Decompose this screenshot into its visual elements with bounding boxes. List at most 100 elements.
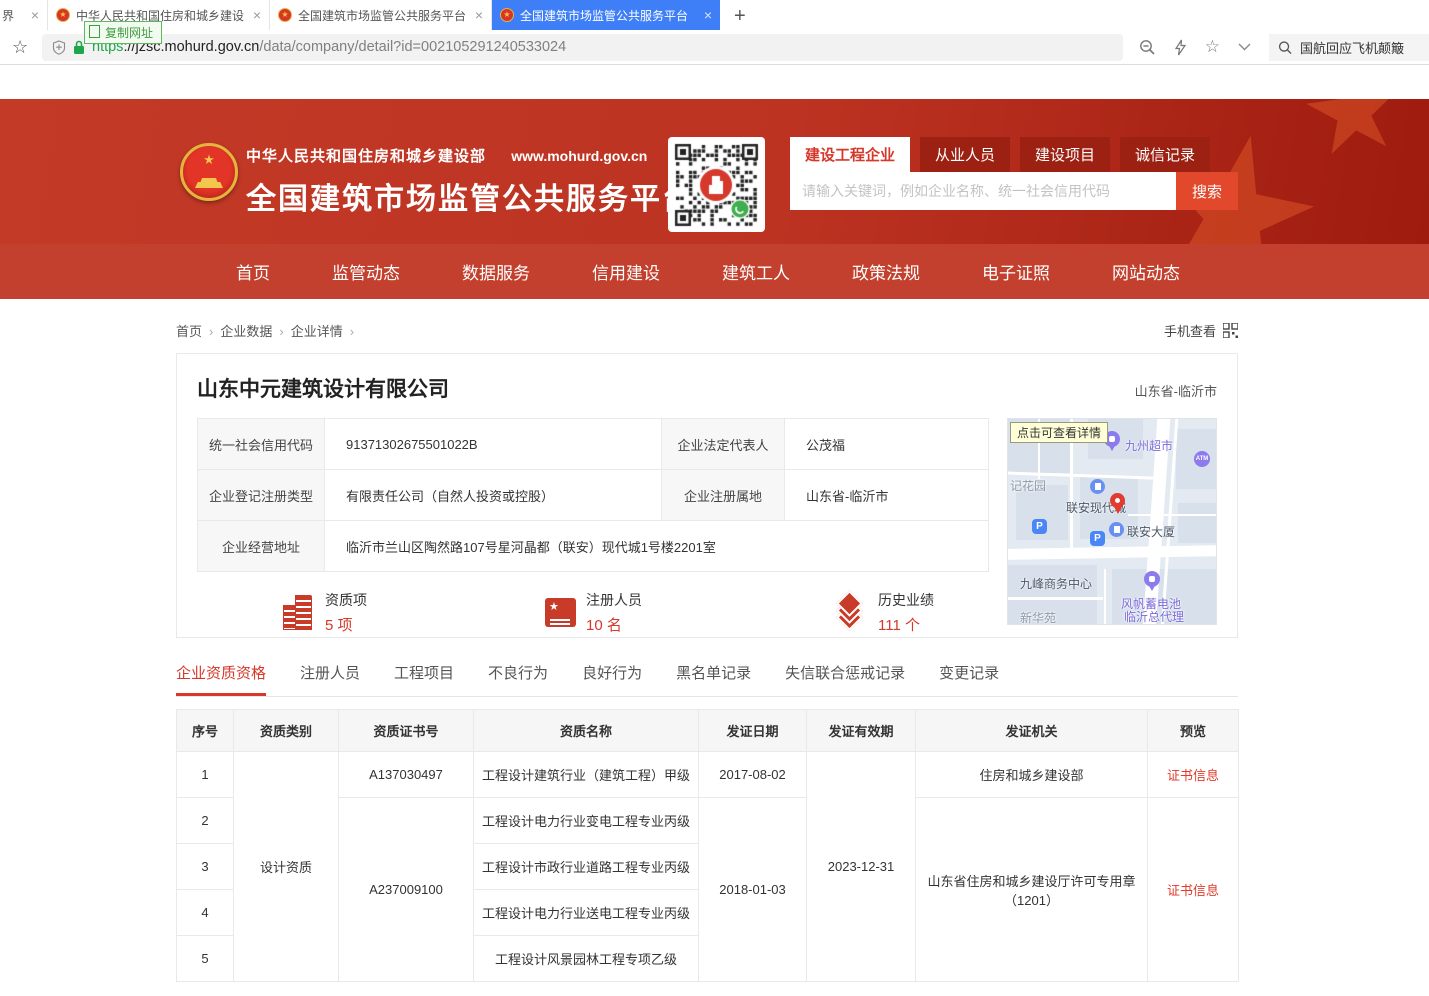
ministry-name: 中华人民共和国住房和城乡建设部 xyxy=(246,148,486,165)
browser-tab[interactable]: ★ 全国建筑市场监管公共服务平台 × xyxy=(492,0,720,30)
table-cell: A237009100 xyxy=(339,798,474,982)
tab-1[interactable]: 企业资质资格 xyxy=(176,662,266,696)
bookmark-star-icon[interactable]: ☆ xyxy=(12,37,42,58)
search-tab-3[interactable]: 建设项目 xyxy=(1020,137,1110,172)
keyword-search-input[interactable] xyxy=(790,172,1176,210)
company-stats: 资质项 5 项 注册人员 10 名 历史业绩 xyxy=(197,590,989,635)
browser-search-input[interactable] xyxy=(1300,40,1420,55)
table-cell: 3 xyxy=(177,844,234,890)
tab-8[interactable]: 变更记录 xyxy=(939,662,999,696)
breadcrumb-link[interactable]: 企业详情 xyxy=(291,324,343,339)
table-cell: 2 xyxy=(177,798,234,844)
favorites-star-icon[interactable]: ☆ xyxy=(1205,37,1220,57)
column-header: 序号 xyxy=(177,710,234,752)
tab-3[interactable]: 工程项目 xyxy=(394,662,454,696)
tab-4[interactable]: 不良行为 xyxy=(488,662,548,696)
table-cell: A137030497 xyxy=(339,752,474,798)
browser-search-box[interactable] xyxy=(1269,34,1429,61)
copy-url-tooltip-label: 复制网址 xyxy=(105,24,153,41)
detail-tabs: 企业资质资格注册人员工程项目不良行为良好行为黑名单记录失信联合惩戒记录变更记录 xyxy=(176,662,1238,697)
nav-item[interactable]: 数据服务 xyxy=(462,259,530,284)
info-value: 山东省-临沂市 xyxy=(785,470,989,521)
search-icon xyxy=(1278,40,1292,55)
map-label: 九峰商务中心 xyxy=(1020,575,1092,592)
shield-icon[interactable] xyxy=(52,40,66,55)
search-tab-1[interactable]: 建设工程企业 xyxy=(790,137,910,172)
nav-item[interactable]: 政策法规 xyxy=(852,259,920,284)
nav-item[interactable]: 信用建设 xyxy=(592,259,660,284)
table-cell: 2017-08-02 xyxy=(699,752,807,798)
browser-tab[interactable]: 界× xyxy=(0,0,48,30)
new-tab-button[interactable]: + xyxy=(720,2,760,30)
breadcrumb-separator: › xyxy=(279,324,283,339)
nav-item[interactable]: 电子证照 xyxy=(982,259,1050,284)
mobile-view-label: 手机查看 xyxy=(1164,321,1216,340)
certificate-info-link[interactable]: 证书信息 xyxy=(1148,752,1239,798)
table-cell: 工程设计电力行业变电工程专业丙级 xyxy=(474,798,699,844)
info-label: 企业登记注册类型 xyxy=(198,470,325,521)
nav-item[interactable]: 建筑工人 xyxy=(722,259,790,284)
qr-code-icon xyxy=(1223,323,1238,338)
site-header: 中华人民共和国住房和城乡建设部 www.mohurd.gov.cn 全国建筑市场… xyxy=(0,99,1429,244)
emblem-favicon-icon: ★ xyxy=(500,8,514,22)
atm-marker-icon: ATM xyxy=(1194,451,1210,467)
address-field[interactable]: https://jzsc.mohurd.gov.cn/data/company/… xyxy=(42,34,1123,61)
copy-icon xyxy=(91,27,100,38)
table-cell: 2018-01-03 xyxy=(699,798,807,982)
browser-chrome: 界×★中华人民共和国住房和城乡建设×★全国建筑市场监管公共服务平台×★全国建筑市… xyxy=(0,0,1429,99)
map-label: 记花园 xyxy=(1010,477,1046,494)
table-cell: 2023-12-31 xyxy=(807,752,916,982)
table-row: 企业经营地址 临沂市兰山区陶然路107号星河晶都（联安）现代城1号楼2201室 xyxy=(198,521,989,572)
breadcrumb-link[interactable]: 企业数据 xyxy=(220,324,272,339)
table-cell: 设计资质 xyxy=(234,752,339,982)
main-navigation: 首页 监管动态 数据服务 信用建设 建筑工人 政策法规 电子证照 网站动态 xyxy=(0,244,1429,299)
browser-action-icons: ☆ xyxy=(1139,37,1251,57)
location-map[interactable]: 点击可查看详情 九州超市ATM记花园联安现代城联安大厦PP九峰商务中心风帆蓄电池… xyxy=(1007,418,1217,625)
table-cell: 工程设计电力行业送电工程专业丙级 xyxy=(474,890,699,936)
table-cell: 工程设计市政行业道路工程专业丙级 xyxy=(474,844,699,890)
building-marker-icon xyxy=(1109,522,1124,537)
stat-value: 10 名 xyxy=(586,614,642,635)
breadcrumb-separator: › xyxy=(209,324,213,339)
column-header: 发证机关 xyxy=(916,710,1148,752)
chevron-down-icon[interactable] xyxy=(1238,43,1251,51)
close-tab-icon[interactable]: × xyxy=(704,7,712,23)
info-label: 企业法定代表人 xyxy=(662,419,785,470)
close-tab-icon[interactable]: × xyxy=(31,7,39,23)
nav-item[interactable]: 网站动态 xyxy=(1112,259,1180,284)
flash-icon[interactable] xyxy=(1174,39,1187,56)
search-button[interactable]: 搜索 xyxy=(1176,172,1238,210)
map-label: 九州超市 xyxy=(1125,437,1173,454)
tab-2[interactable]: 注册人员 xyxy=(300,662,360,696)
info-value: 有限责任公司（自然人投资或控股） xyxy=(325,470,662,521)
breadcrumb-link[interactable]: 首页 xyxy=(176,324,202,339)
breadcrumb-separator: › xyxy=(350,324,354,339)
table-cell: 5 xyxy=(177,936,234,982)
search-tab-2[interactable]: 从业人员 xyxy=(920,137,1010,172)
site-logo-text: 中华人民共和国住房和城乡建设部 www.mohurd.gov.cn 全国建筑市场… xyxy=(246,145,694,218)
tab-7[interactable]: 失信联合惩戒记录 xyxy=(785,662,905,696)
stat-label: 资质项 xyxy=(325,590,367,610)
qr-code-image xyxy=(674,143,759,227)
tab-6[interactable]: 黑名单记录 xyxy=(676,662,751,696)
close-tab-icon[interactable]: × xyxy=(253,7,261,23)
mobile-view-link[interactable]: 手机查看 xyxy=(1164,321,1238,340)
emblem-favicon-icon: ★ xyxy=(278,8,292,22)
zoom-out-icon[interactable] xyxy=(1139,39,1156,56)
info-value: 临沂市兰山区陶然路107号星河晶都（联安）现代城1号楼2201室 xyxy=(325,521,989,572)
tab-title: 全国建筑市场监管公共服务平台 xyxy=(520,7,698,24)
tab-5[interactable]: 良好行为 xyxy=(582,662,642,696)
tab-title: 全国建筑市场监管公共服务平台 xyxy=(298,7,469,24)
nav-item[interactable]: 监管动态 xyxy=(332,259,400,284)
map-tooltip: 点击可查看详情 xyxy=(1010,422,1108,443)
url-text: https://jzsc.mohurd.gov.cn/data/company/… xyxy=(92,39,566,55)
nav-item[interactable]: 首页 xyxy=(236,259,270,284)
certificate-info-link[interactable]: 证书信息 xyxy=(1148,798,1239,982)
map-label: 联安大厦 xyxy=(1127,523,1175,540)
tab-title: 界 xyxy=(2,7,25,24)
browser-tab[interactable]: ★ 全国建筑市场监管公共服务平台 × xyxy=(270,0,492,30)
flag-star-decoration xyxy=(1357,235,1429,244)
search-tab-4[interactable]: 诚信记录 xyxy=(1120,137,1210,172)
close-tab-icon[interactable]: × xyxy=(475,7,483,23)
certificate-book-icon xyxy=(545,598,576,627)
